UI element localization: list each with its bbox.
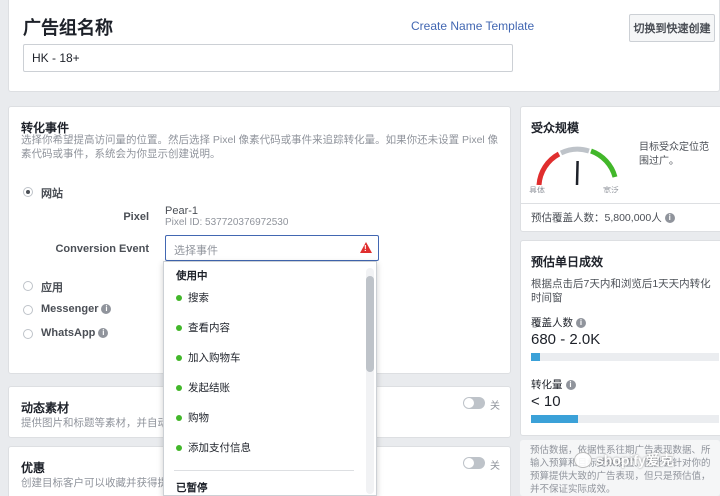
dropdown-item-view-content[interactable]: 查看内容 <box>164 316 364 340</box>
dropdown-active-header: 使用中 <box>176 270 208 282</box>
audience-gauge: 具体 宽泛 <box>529 146 619 193</box>
watermark: shopify爱克 <box>574 450 674 470</box>
dropdown-item-add-to-cart[interactable]: 加入购物车 <box>164 346 364 370</box>
audience-size-card: 受众规模 具体 宽泛 目标受众定位范围过广。 预估覆盖人数：5,800,000人… <box>520 106 720 232</box>
quick-create-button[interactable]: 切换到快速创建 <box>629 14 715 42</box>
dynamic-creative-toggle-label: 关 <box>490 401 500 412</box>
dropdown-item-add-payment-info[interactable]: 添加支付信息 <box>164 436 364 460</box>
conversions-label: 转化量 i <box>531 377 576 392</box>
dropdown-paused-header: 已暂停 <box>176 482 208 494</box>
info-icon: i <box>576 318 586 328</box>
reach-bar-fill <box>531 353 541 361</box>
dropdown-item-initiate-checkout[interactable]: 发起结账 <box>164 376 364 400</box>
estimated-results-card: 预估单日成效 根据点击后7天内和浏览后1天天内转化时间窗 覆盖人数 i 680 -… <box>520 240 720 436</box>
warning-icon: ! <box>360 242 372 253</box>
radio-website[interactable] <box>23 187 33 197</box>
active-dot-icon <box>176 385 182 391</box>
dynamic-creative-toggle[interactable] <box>463 397 485 409</box>
active-dot-icon <box>176 295 182 301</box>
conversion-event-label: Conversion Event <box>55 243 149 255</box>
gauge-green-segment <box>590 148 618 178</box>
conversions-value: < 10 <box>531 393 561 410</box>
offer-desc: 创建目标客户可以收藏并获得提醒 <box>21 477 179 489</box>
radio-website-label[interactable]: 网站 <box>41 185 63 201</box>
active-dot-icon <box>176 445 182 451</box>
offer-toggle[interactable] <box>463 457 485 469</box>
audience-reach: 预估覆盖人数：5,800,000人 i <box>531 210 675 225</box>
estimated-results-desc: 根据点击后7天内和浏览后1天天内转化时间窗 <box>531 278 711 304</box>
radio-messenger[interactable] <box>23 305 33 315</box>
wechat-logo-icon <box>574 452 592 468</box>
conversion-description: 选择你希望提高访问量的位置。然后选择 Pixel 像素代码或事件来追踪转化量。如… <box>21 134 499 160</box>
radio-whatsapp-label[interactable]: WhatsApp i <box>41 327 109 339</box>
info-icon: i <box>98 328 109 338</box>
offer-title: 优惠 <box>21 461 46 475</box>
offer-toggle-label: 关 <box>490 461 500 472</box>
estimated-results-title: 预估单日成效 <box>531 255 604 269</box>
conversions-bar <box>531 415 719 423</box>
ad-group-name-input[interactable] <box>23 44 513 72</box>
info-icon: i <box>664 213 675 223</box>
info-icon: i <box>565 380 576 390</box>
dropdown-item-purchase[interactable]: 购物 <box>164 406 364 430</box>
event-placeholder: 选择事件 <box>174 245 218 257</box>
reach-label: 覆盖人数 i <box>531 315 586 330</box>
gauge-right-label: 宽泛 <box>603 185 619 193</box>
dynamic-creative-title: 动态素材 <box>21 401 70 415</box>
dropdown-item-search[interactable]: 搜索 <box>164 286 364 310</box>
audience-size-title: 受众规模 <box>531 121 580 135</box>
create-name-template-link[interactable]: Create Name Template <box>411 19 534 33</box>
reach-bar <box>531 353 719 361</box>
ad-group-name-title: 广告组名称 <box>23 18 113 38</box>
dynamic-creative-desc: 提供图片和标题等素材，并自动为 <box>21 417 179 429</box>
reach-value: 680 - 2.0K <box>531 331 601 348</box>
gauge-red-segment <box>536 151 561 186</box>
audience-desc: 目标受众定位范围过广。 <box>639 142 709 167</box>
pixel-name: Pear-1 <box>165 205 199 217</box>
conversion-event-select[interactable]: 选择事件 ! <box>165 235 379 261</box>
active-dot-icon <box>176 355 182 361</box>
event-dropdown-menu[interactable]: 使用中 搜索 查看内容 加入购物车 发起结账 购物 添加支付信息 已暂停 <box>163 261 377 496</box>
gauge-neutral-segment <box>559 146 590 156</box>
active-dot-icon <box>176 325 182 331</box>
audience-divider <box>521 203 720 204</box>
radio-app-label[interactable]: 应用 <box>41 279 63 295</box>
pixel-label: Pixel <box>123 211 149 223</box>
pixel-id: Pixel ID: 537720376972530 <box>165 217 289 228</box>
gauge-needle <box>575 160 579 186</box>
radio-whatsapp[interactable] <box>23 329 33 339</box>
radio-app[interactable] <box>23 281 33 291</box>
radio-messenger-label[interactable]: Messenger i <box>41 303 112 315</box>
dropdown-scrollbar[interactable] <box>366 276 374 372</box>
dropdown-divider <box>174 470 354 471</box>
ad-group-name-card: 广告组名称 Create Name Template 切换到快速创建 <box>8 0 720 92</box>
active-dot-icon <box>176 415 182 421</box>
gauge-left-label: 具体 <box>529 185 545 193</box>
info-icon: i <box>101 304 112 314</box>
conversions-bar-fill <box>531 415 578 423</box>
